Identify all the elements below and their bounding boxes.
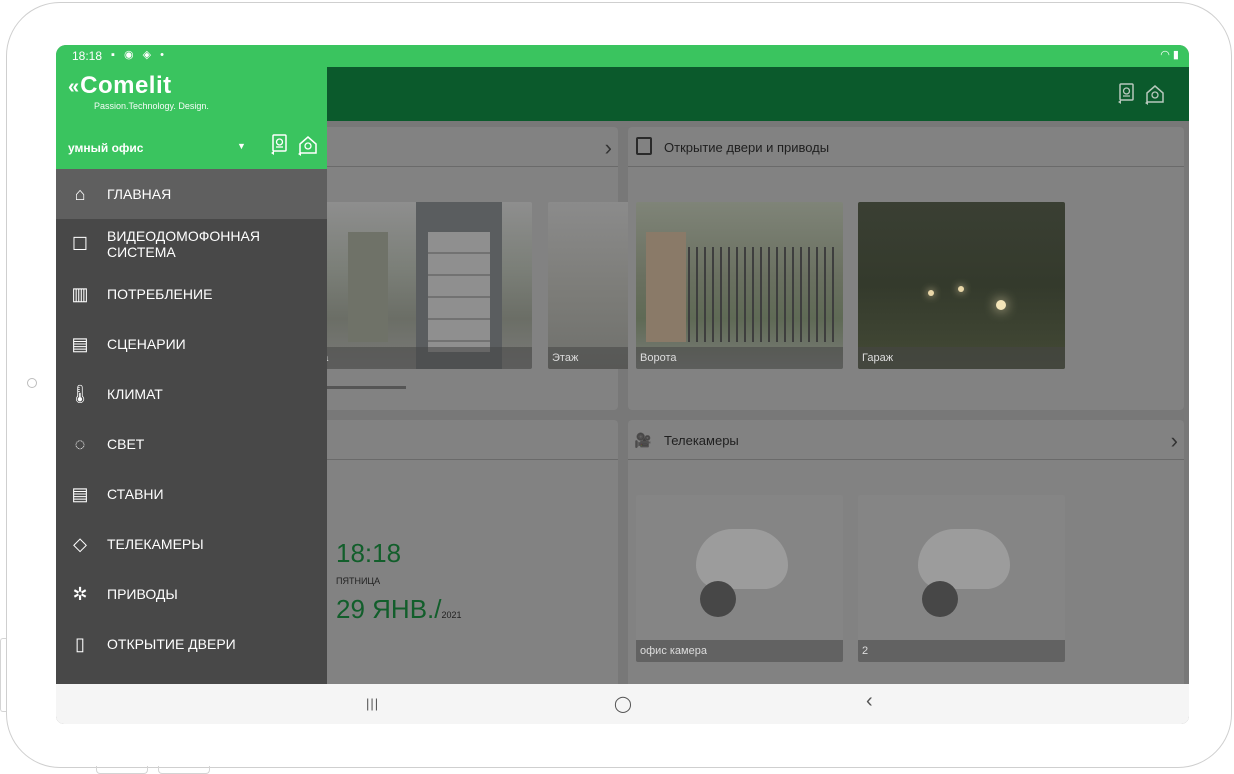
gate-pillar-image: [646, 232, 686, 342]
comelit-logo: «Comelit Passion.Technology. Design.: [68, 72, 209, 111]
logo-text: Comelit: [80, 72, 172, 99]
bottom-button-left: [96, 766, 148, 774]
menu-item-label: КЛИМАТ: [107, 386, 163, 402]
menu-item-energy[interactable]: ▥ ПОТРЕБЛЕНИЕ: [56, 269, 327, 319]
shutter-icon: ▤: [71, 484, 89, 504]
tile-label: тка: [308, 347, 532, 369]
home-button[interactable]: ◯: [614, 694, 632, 714]
clock-weekday: ПЯТНИЦА: [336, 576, 381, 586]
wifi-battery-icons: ◠ ▮: [1160, 49, 1179, 61]
recents-button[interactable]: |||: [366, 696, 379, 711]
tile-label: офис камера: [636, 640, 843, 662]
drawer-header: «Comelit Passion.Technology. Design. умн…: [56, 67, 327, 169]
menu-item-climate[interactable]: 🌡 КЛИМАТ: [56, 369, 327, 419]
actuators-icon: ✲: [72, 584, 88, 604]
dome-camera-image: [696, 529, 788, 589]
gate-tile[interactable]: Ворота: [636, 202, 843, 369]
menu-item-label: ОТКРЫТИЕ ДВЕРИ: [107, 636, 236, 652]
clock-card: 18:18 ПЯТНИЦА 29 ЯНВ./2021: [288, 420, 618, 690]
menu-item-label: ГЛАВНАЯ: [107, 186, 172, 202]
menu-item-scenarios[interactable]: ▤ СЦЕНАРИИ: [56, 319, 327, 369]
dropdown-caret-icon[interactable]: ▼: [237, 141, 246, 151]
doors-card-header: Открытие двери и приводы: [628, 127, 1184, 167]
energy-chart-icon: ▥: [71, 284, 89, 304]
camera-icon: 🎥: [634, 432, 652, 448]
camera-tile-office[interactable]: офис камера: [636, 495, 843, 662]
cameras-card-title: Телекамеры: [664, 433, 739, 448]
garden-light: [996, 300, 1006, 310]
home-icon: ⌂: [74, 184, 86, 204]
cameras-card-header: 🎥 Телекамеры: [628, 420, 1184, 460]
menu-item-label: ВИДЕОДОМОФОННАЯ СИСТЕМА: [107, 228, 260, 260]
site-selector[interactable]: умный офис ▼: [56, 127, 327, 169]
door-icon: ▯: [75, 634, 85, 654]
intercom-icon[interactable]: [1116, 83, 1138, 105]
camera-icon: ◇: [73, 534, 87, 554]
lightbulb-icon: ◌: [74, 434, 86, 454]
logo-wordmark: «Comelit: [68, 72, 172, 100]
intercom-buttons-image: [428, 232, 490, 352]
menu-item-door-opening[interactable]: ▯ ОТКРЫТИЕ ДВЕРИ: [56, 619, 327, 669]
clock-date: 29 ЯНВ./2021: [336, 594, 462, 625]
home-automation-icon[interactable]: [297, 134, 319, 158]
menu-item-intercom[interactable]: ☐ ВИДЕОДОМОФОННАЯ СИСТЕМА: [56, 219, 327, 269]
doors-card-title: Открытие двери и приводы: [664, 140, 830, 155]
menu-item-label: СТАВНИ: [107, 486, 164, 502]
intercom-tile[interactable]: тка: [308, 202, 532, 369]
menu-item-home[interactable]: ⌂ ГЛАВНАЯ: [56, 169, 327, 219]
menu-item-label: ТЕЛЕКАМЕРЫ: [107, 536, 204, 552]
back-button[interactable]: ‹: [866, 690, 873, 713]
garden-light: [958, 286, 964, 292]
clock-card-header: [288, 420, 618, 460]
menu-item-label: ПРИВОДЫ: [107, 586, 178, 602]
tree-shape: [348, 232, 388, 342]
menu-item-light[interactable]: ◌ СВЕТ: [56, 419, 327, 469]
garage-tile[interactable]: Гараж: [858, 202, 1065, 369]
logo-tagline: Passion.Technology. Design.: [94, 101, 209, 111]
clock-time: 18:18: [336, 538, 402, 568]
clapperboard-icon: ▤: [71, 334, 89, 354]
menu-item-label: СЦЕНАРИИ: [107, 336, 186, 352]
gate-bars-image: [688, 247, 838, 342]
chevron-right-icon[interactable]: ›: [605, 135, 612, 161]
clock-year: 2021: [441, 610, 462, 620]
intercom-icon: ☐: [71, 234, 89, 254]
status-bar: 18:18 ▪ ◉ ◈ • ◠ ▮: [56, 45, 1189, 67]
intercom-card[interactable]: › тка Этаж: [288, 127, 651, 410]
doors-card[interactable]: Открытие двери и приводы Ворота Гараж: [628, 127, 1184, 410]
thermometer-icon: 🌡: [68, 384, 92, 404]
door-opener-icon: [636, 137, 652, 155]
tile-label: 2: [858, 640, 1065, 662]
site-name: умный офис: [68, 141, 144, 155]
status-time: 18:18: [72, 49, 103, 63]
cameras-card[interactable]: 🎥 Телекамеры › офис камера 2: [628, 420, 1184, 690]
front-camera: [27, 378, 37, 388]
navigation-drawer: «Comelit Passion.Technology. Design. умн…: [56, 67, 327, 684]
menu-item-label: ПОТРЕБЛЕНИЕ: [107, 286, 213, 302]
menu-item-actuators[interactable]: ✲ ПРИВОДЫ: [56, 569, 327, 619]
screen: 18:18 ▪ ◉ ◈ • ◠ ▮ › тка Этаж: [56, 45, 1189, 724]
dome-camera-image: [918, 529, 1010, 589]
tile-label: Ворота: [636, 347, 843, 369]
menu-item-label: СВЕТ: [107, 436, 145, 452]
bottom-button-right: [158, 766, 210, 774]
system-nav-bar: ||| ◯ ‹: [56, 684, 1189, 724]
home-automation-icon[interactable]: [1144, 83, 1166, 105]
garden-light: [928, 290, 934, 296]
tile-label: Гараж: [858, 347, 1065, 369]
menu-item-shutters[interactable]: ▤ СТАВНИ: [56, 469, 327, 519]
camera-tile-2[interactable]: 2: [858, 495, 1065, 662]
logo-mark: «: [68, 76, 79, 98]
clock-date-text: 29 ЯНВ./: [336, 594, 442, 624]
camera-lens: [700, 581, 736, 617]
chevron-right-icon[interactable]: ›: [1171, 428, 1178, 454]
intercom-icon[interactable]: [269, 134, 291, 158]
menu-item-cameras[interactable]: ◇ ТЕЛЕКАМЕРЫ: [56, 519, 327, 569]
intercom-card-header: [288, 127, 618, 167]
side-button: [0, 638, 6, 712]
notification-icons: ▪ ◉ ◈ •: [111, 49, 167, 61]
camera-lens: [922, 581, 958, 617]
